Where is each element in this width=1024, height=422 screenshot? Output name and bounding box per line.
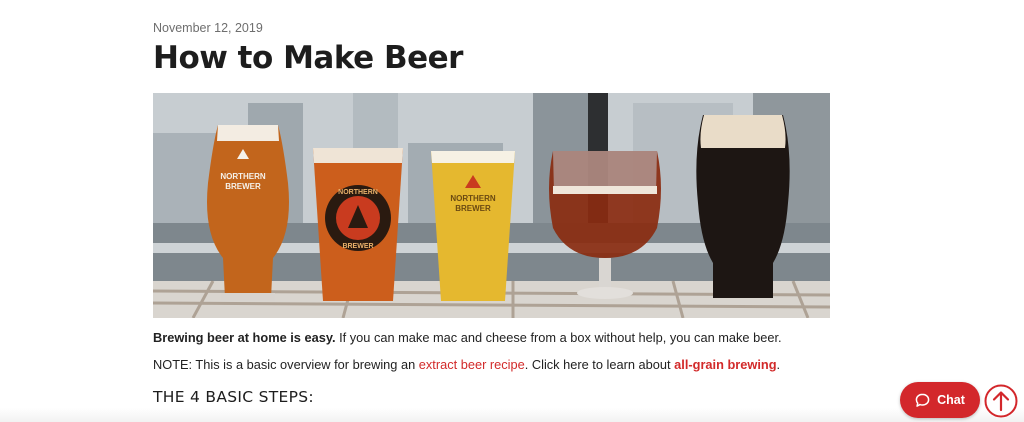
glass-lager: NORTHERN BREWER (431, 151, 515, 301)
back-to-top-button[interactable] (984, 384, 1018, 418)
intro-text: If you can make mac and cheese from a bo… (335, 330, 782, 345)
extract-recipe-link[interactable]: extract beer recipe (419, 357, 525, 372)
glass-amber: NORTHERN BREWER (313, 148, 403, 301)
intro-bold: Brewing beer at home is easy. (153, 330, 336, 345)
arrow-up-circle-icon (984, 384, 1018, 418)
all-grain-link[interactable]: all-grain brewing (674, 357, 776, 372)
note-paragraph: NOTE: This is a basic overview for brewi… (153, 357, 780, 372)
hero-image: NORTHERN BREWER NORTHERN BREWER NORTHERN… (153, 93, 830, 318)
note-middle: . Click here to learn about (524, 357, 675, 372)
chat-bubble-icon (915, 393, 930, 408)
bottom-fade (0, 408, 1024, 422)
note-prefix: NOTE: This is a basic overview for brewi… (153, 357, 419, 372)
chat-button[interactable]: Chat (900, 382, 980, 418)
svg-text:BREWER: BREWER (225, 182, 261, 191)
note-suffix: . (776, 357, 781, 372)
intro-paragraph: Brewing beer at home is easy. If you can… (153, 330, 782, 345)
svg-text:NORTHERN: NORTHERN (338, 189, 378, 196)
post-date: November 12, 2019 (153, 21, 263, 35)
section-heading: THE 4 BASIC STEPS: (153, 388, 314, 406)
svg-text:BREWER: BREWER (342, 243, 373, 250)
chat-label: Chat (937, 393, 965, 407)
page-title: How to Make Beer (153, 40, 463, 76)
svg-text:NORTHERN: NORTHERN (450, 194, 496, 203)
svg-text:NORTHERN: NORTHERN (220, 172, 266, 181)
svg-text:BREWER: BREWER (455, 204, 491, 213)
